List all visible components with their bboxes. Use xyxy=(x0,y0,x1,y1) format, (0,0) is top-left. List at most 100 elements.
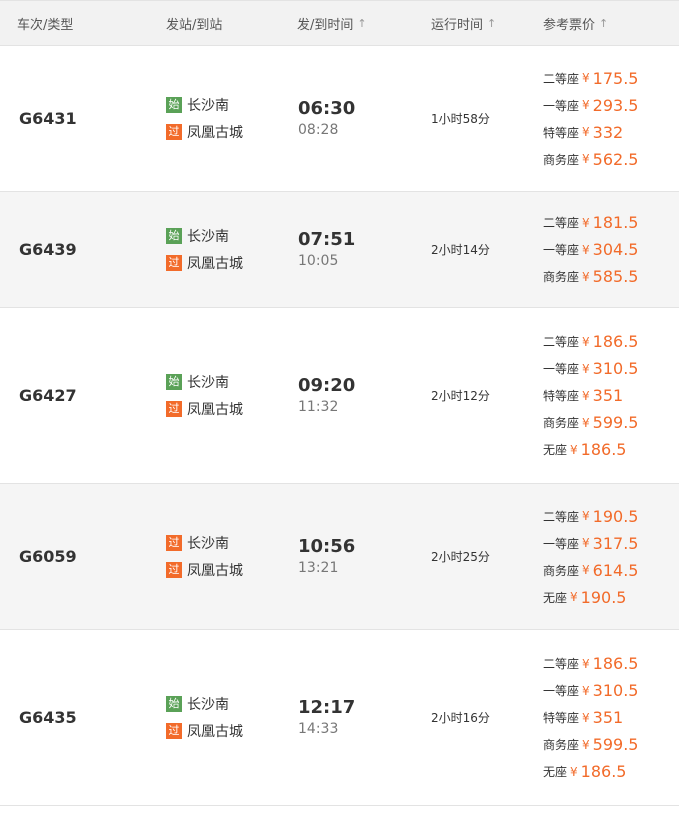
train-number[interactable]: G6059 xyxy=(19,484,77,629)
seat-class: 无座 xyxy=(543,443,568,457)
yen-symbol: ¥ xyxy=(582,415,590,430)
ticket-price: 332 xyxy=(592,122,624,142)
yen-symbol: ¥ xyxy=(570,442,578,457)
arrival-station-name: 凤凰古城 xyxy=(187,402,243,418)
price-list: 二等座 ¥186.5 一等座 ¥310.5 特等座 ¥351 商务座 ¥599.5 无座 ¥186… xyxy=(543,630,638,805)
station-tag: 过 xyxy=(166,562,182,578)
times: 12:17 14:33 xyxy=(298,630,355,805)
header-train-type-label: 车次/类型 xyxy=(17,17,74,33)
seat-class: 商务座 xyxy=(543,563,580,578)
ticket-price: 585.5 xyxy=(592,267,639,286)
ticket-price: 310.5 xyxy=(592,359,639,378)
train-results-table: 车次/类型 发站/到站 发/到时间 ↑ 运行时间 ↑ 参考票价 ↑ G6431 始… xyxy=(0,0,679,806)
ticket-price: 190.5 xyxy=(580,587,627,607)
station-tag: 始 xyxy=(166,228,182,244)
price-item: 二等座 ¥190.5 xyxy=(543,503,638,530)
train-number[interactable]: G6427 xyxy=(19,308,77,483)
station-tag: 过 xyxy=(166,401,182,417)
seat-class: 一等座 xyxy=(543,243,580,257)
arrival-station: 过凤凰古城 xyxy=(166,122,243,142)
seat-class: 二等座 xyxy=(543,216,580,230)
departure-station: 始长沙南 xyxy=(166,694,229,714)
yen-symbol: ¥ xyxy=(582,361,590,376)
train-number[interactable]: G6431 xyxy=(19,46,77,191)
ticket-price: 351 xyxy=(592,708,624,727)
station-tag: 过 xyxy=(166,723,182,739)
departure-station-name: 长沙南 xyxy=(187,98,229,114)
arrival-station-name: 凤凰古城 xyxy=(187,724,243,740)
price-item: 一等座 ¥304.5 xyxy=(543,236,638,263)
station-tag: 始 xyxy=(166,374,182,390)
seat-class: 商务座 xyxy=(543,738,580,752)
ticket-price: 293.5 xyxy=(592,95,639,115)
arrival-time: 13:21 xyxy=(298,559,339,576)
price-item: 二等座 ¥186.5 xyxy=(543,328,638,355)
seat-class: 二等座 xyxy=(543,335,580,349)
seat-class: 一等座 xyxy=(543,362,580,376)
ticket-price: 310.5 xyxy=(592,681,639,700)
price-list: 二等座 ¥181.5 一等座 ¥304.5 商务座 ¥585.5 xyxy=(543,192,638,307)
departure-station: 始长沙南 xyxy=(166,372,229,392)
departure-station: 过长沙南 xyxy=(166,533,229,553)
yen-symbol: ¥ xyxy=(570,590,578,604)
table-row[interactable]: G6059 过长沙南过凤凰古城 10:56 13:21 2小时25分 二等座 ¥190.5 一… xyxy=(0,484,679,630)
yen-symbol: ¥ xyxy=(582,71,590,85)
arrival-station-name: 凤凰古城 xyxy=(187,125,243,141)
header-time-sort[interactable]: 发/到时间 ↑ xyxy=(297,14,367,33)
seat-class: 二等座 xyxy=(543,71,580,86)
ticket-price: 562.5 xyxy=(592,149,639,169)
header-duration-sort[interactable]: 运行时间 ↑ xyxy=(431,14,496,33)
departure-time: 10:56 xyxy=(298,535,356,557)
ticket-price: 351 xyxy=(592,386,624,405)
table-row[interactable]: G6427 始长沙南过凤凰古城 09:20 11:32 2小时12分 二等座 ¥186.5 一… xyxy=(0,308,679,484)
header-price-sort[interactable]: 参考票价 ↑ xyxy=(543,14,608,33)
departure-time: 12:17 xyxy=(298,696,356,718)
station-tag: 过 xyxy=(166,124,182,140)
price-item: 无座 ¥186.5 xyxy=(543,758,626,785)
yen-symbol: ¥ xyxy=(582,536,590,550)
departure-time: 09:20 xyxy=(298,374,356,396)
price-item: 一等座 ¥310.5 xyxy=(543,677,638,704)
yen-symbol: ¥ xyxy=(582,656,590,671)
train-number[interactable]: G6435 xyxy=(19,630,77,805)
yen-symbol: ¥ xyxy=(582,388,590,403)
yen-symbol: ¥ xyxy=(582,737,590,752)
seat-class: 一等座 xyxy=(543,98,580,113)
seat-class: 一等座 xyxy=(543,536,580,551)
ticket-price: 186.5 xyxy=(580,440,627,459)
ticket-price: 186.5 xyxy=(592,332,639,351)
table-header: 车次/类型 发站/到站 发/到时间 ↑ 运行时间 ↑ 参考票价 ↑ xyxy=(0,1,679,46)
seat-class: 一等座 xyxy=(543,684,580,698)
train-number[interactable]: G6439 xyxy=(19,192,77,307)
table-row[interactable]: G6435 始长沙南过凤凰古城 12:17 14:33 2小时16分 二等座 ¥186.5 一… xyxy=(0,630,679,806)
sort-arrow-icon: ↑ xyxy=(357,16,367,30)
seat-class: 特等座 xyxy=(543,389,580,403)
yen-symbol: ¥ xyxy=(582,242,590,257)
yen-symbol: ¥ xyxy=(582,334,590,349)
station-tag: 过 xyxy=(166,535,182,551)
price-list: 二等座 ¥190.5 一等座 ¥317.5 商务座 ¥614.5 无座 ¥190.5 xyxy=(543,484,638,629)
price-item: 商务座 ¥614.5 xyxy=(543,557,638,584)
header-time-label: 发/到时间 xyxy=(297,17,354,33)
table-row[interactable]: G6439 始长沙南过凤凰古城 07:51 10:05 2小时14分 二等座 ¥181.5 一… xyxy=(0,192,679,308)
yen-symbol: ¥ xyxy=(582,152,590,166)
price-item: 二等座 ¥186.5 xyxy=(543,650,638,677)
seat-class: 商务座 xyxy=(543,270,580,284)
seat-class: 二等座 xyxy=(543,509,580,524)
duration: 2小时14分 xyxy=(431,243,490,257)
price-item: 商务座 ¥562.5 xyxy=(543,146,638,173)
yen-symbol: ¥ xyxy=(582,215,590,230)
stations: 始长沙南过凤凰古城 xyxy=(166,308,243,483)
ticket-price: 175.5 xyxy=(592,68,639,88)
price-list: 二等座 ¥186.5 一等座 ¥310.5 特等座 ¥351 商务座 ¥599.5 无座 ¥186… xyxy=(543,308,638,483)
table-row[interactable]: G6431 始长沙南过凤凰古城 06:30 08:28 1小时58分 二等座 ¥175.5 一… xyxy=(0,46,679,192)
sort-arrow-icon: ↑ xyxy=(487,16,497,30)
yen-symbol: ¥ xyxy=(582,269,590,284)
header-price-label: 参考票价 xyxy=(543,17,596,33)
departure-station-name: 长沙南 xyxy=(187,375,229,391)
seat-class: 二等座 xyxy=(543,657,580,671)
seat-class: 特等座 xyxy=(543,711,580,725)
times: 09:20 11:32 xyxy=(298,308,355,483)
yen-symbol: ¥ xyxy=(582,98,590,112)
arrival-station: 过凤凰古城 xyxy=(166,560,243,580)
